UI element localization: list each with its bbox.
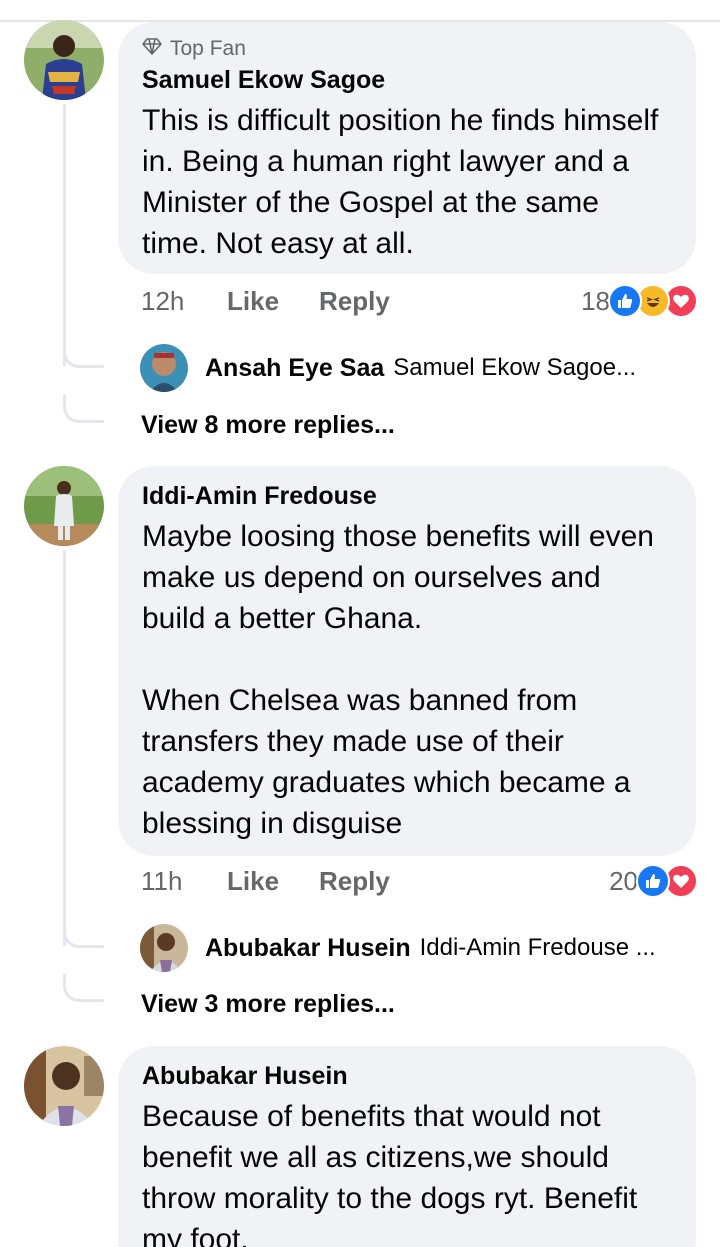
thread-line	[63, 550, 66, 946]
reaction-count: 20	[609, 865, 638, 896]
reaction-summary[interactable]: 20	[609, 861, 698, 901]
comment-bubble[interactable]: Abubakar Husein Because of benefits that…	[118, 1046, 696, 1247]
thread-elbow	[63, 974, 104, 1002]
diamond-icon	[142, 36, 162, 62]
comment-actions: 11h Like Reply	[141, 861, 390, 901]
like-icon	[608, 284, 642, 318]
like-icon	[636, 864, 670, 898]
avatar[interactable]	[24, 20, 104, 100]
reaction-count: 18	[581, 285, 610, 316]
comment-time[interactable]: 11h	[141, 866, 227, 897]
avatar[interactable]	[140, 924, 188, 972]
reply-button[interactable]: Reply	[319, 286, 390, 317]
avatar[interactable]	[140, 344, 188, 392]
like-button[interactable]: Like	[227, 286, 319, 317]
avatar[interactable]	[24, 466, 104, 546]
comment-bubble[interactable]: Iddi-Amin Fredouse Maybe loosing those b…	[118, 466, 696, 856]
comment-text: Maybe loosing those benefits will even m…	[142, 520, 654, 840]
comment-time[interactable]: 12h	[141, 286, 227, 317]
avatar[interactable]	[24, 1046, 104, 1126]
comment-bubble[interactable]: Top Fan Samuel Ekow Sagoe This is diffic…	[118, 22, 696, 274]
badge-label: Top Fan	[170, 37, 246, 60]
reply-author[interactable]: Abubakar Husein	[205, 934, 411, 963]
reply-preview[interactable]: Ansah Eye Saa Samuel Ekow Sagoe...	[140, 343, 636, 393]
view-more-replies[interactable]: View 8 more replies...	[141, 408, 395, 442]
thread-line	[63, 104, 66, 366]
comment-author[interactable]: Iddi-Amin Fredouse	[142, 480, 672, 512]
reply-text: Iddi-Amin Fredouse ...	[419, 934, 656, 961]
reply-preview[interactable]: Abubakar Husein Iddi-Amin Fredouse ...	[140, 923, 656, 973]
comment-author[interactable]: Samuel Ekow Sagoe	[142, 64, 672, 96]
comment-text: This is difficult position he finds hims…	[142, 104, 659, 260]
view-more-replies[interactable]: View 3 more replies...	[141, 987, 395, 1021]
top-fan-badge: Top Fan	[142, 36, 672, 62]
reply-author[interactable]: Ansah Eye Saa	[205, 354, 384, 383]
reaction-summary[interactable]: 18	[581, 281, 698, 321]
reply-text: Samuel Ekow Sagoe...	[393, 354, 637, 381]
comment-author[interactable]: Abubakar Husein	[142, 1060, 672, 1092]
reply-button[interactable]: Reply	[319, 866, 390, 897]
comment-actions: 12h Like Reply	[141, 281, 390, 321]
thread-elbow	[63, 920, 104, 948]
thread-elbow	[63, 340, 104, 368]
like-button[interactable]: Like	[227, 866, 319, 897]
comment-text: Because of benefits that would not benef…	[142, 1100, 638, 1247]
thread-elbow	[63, 395, 104, 423]
